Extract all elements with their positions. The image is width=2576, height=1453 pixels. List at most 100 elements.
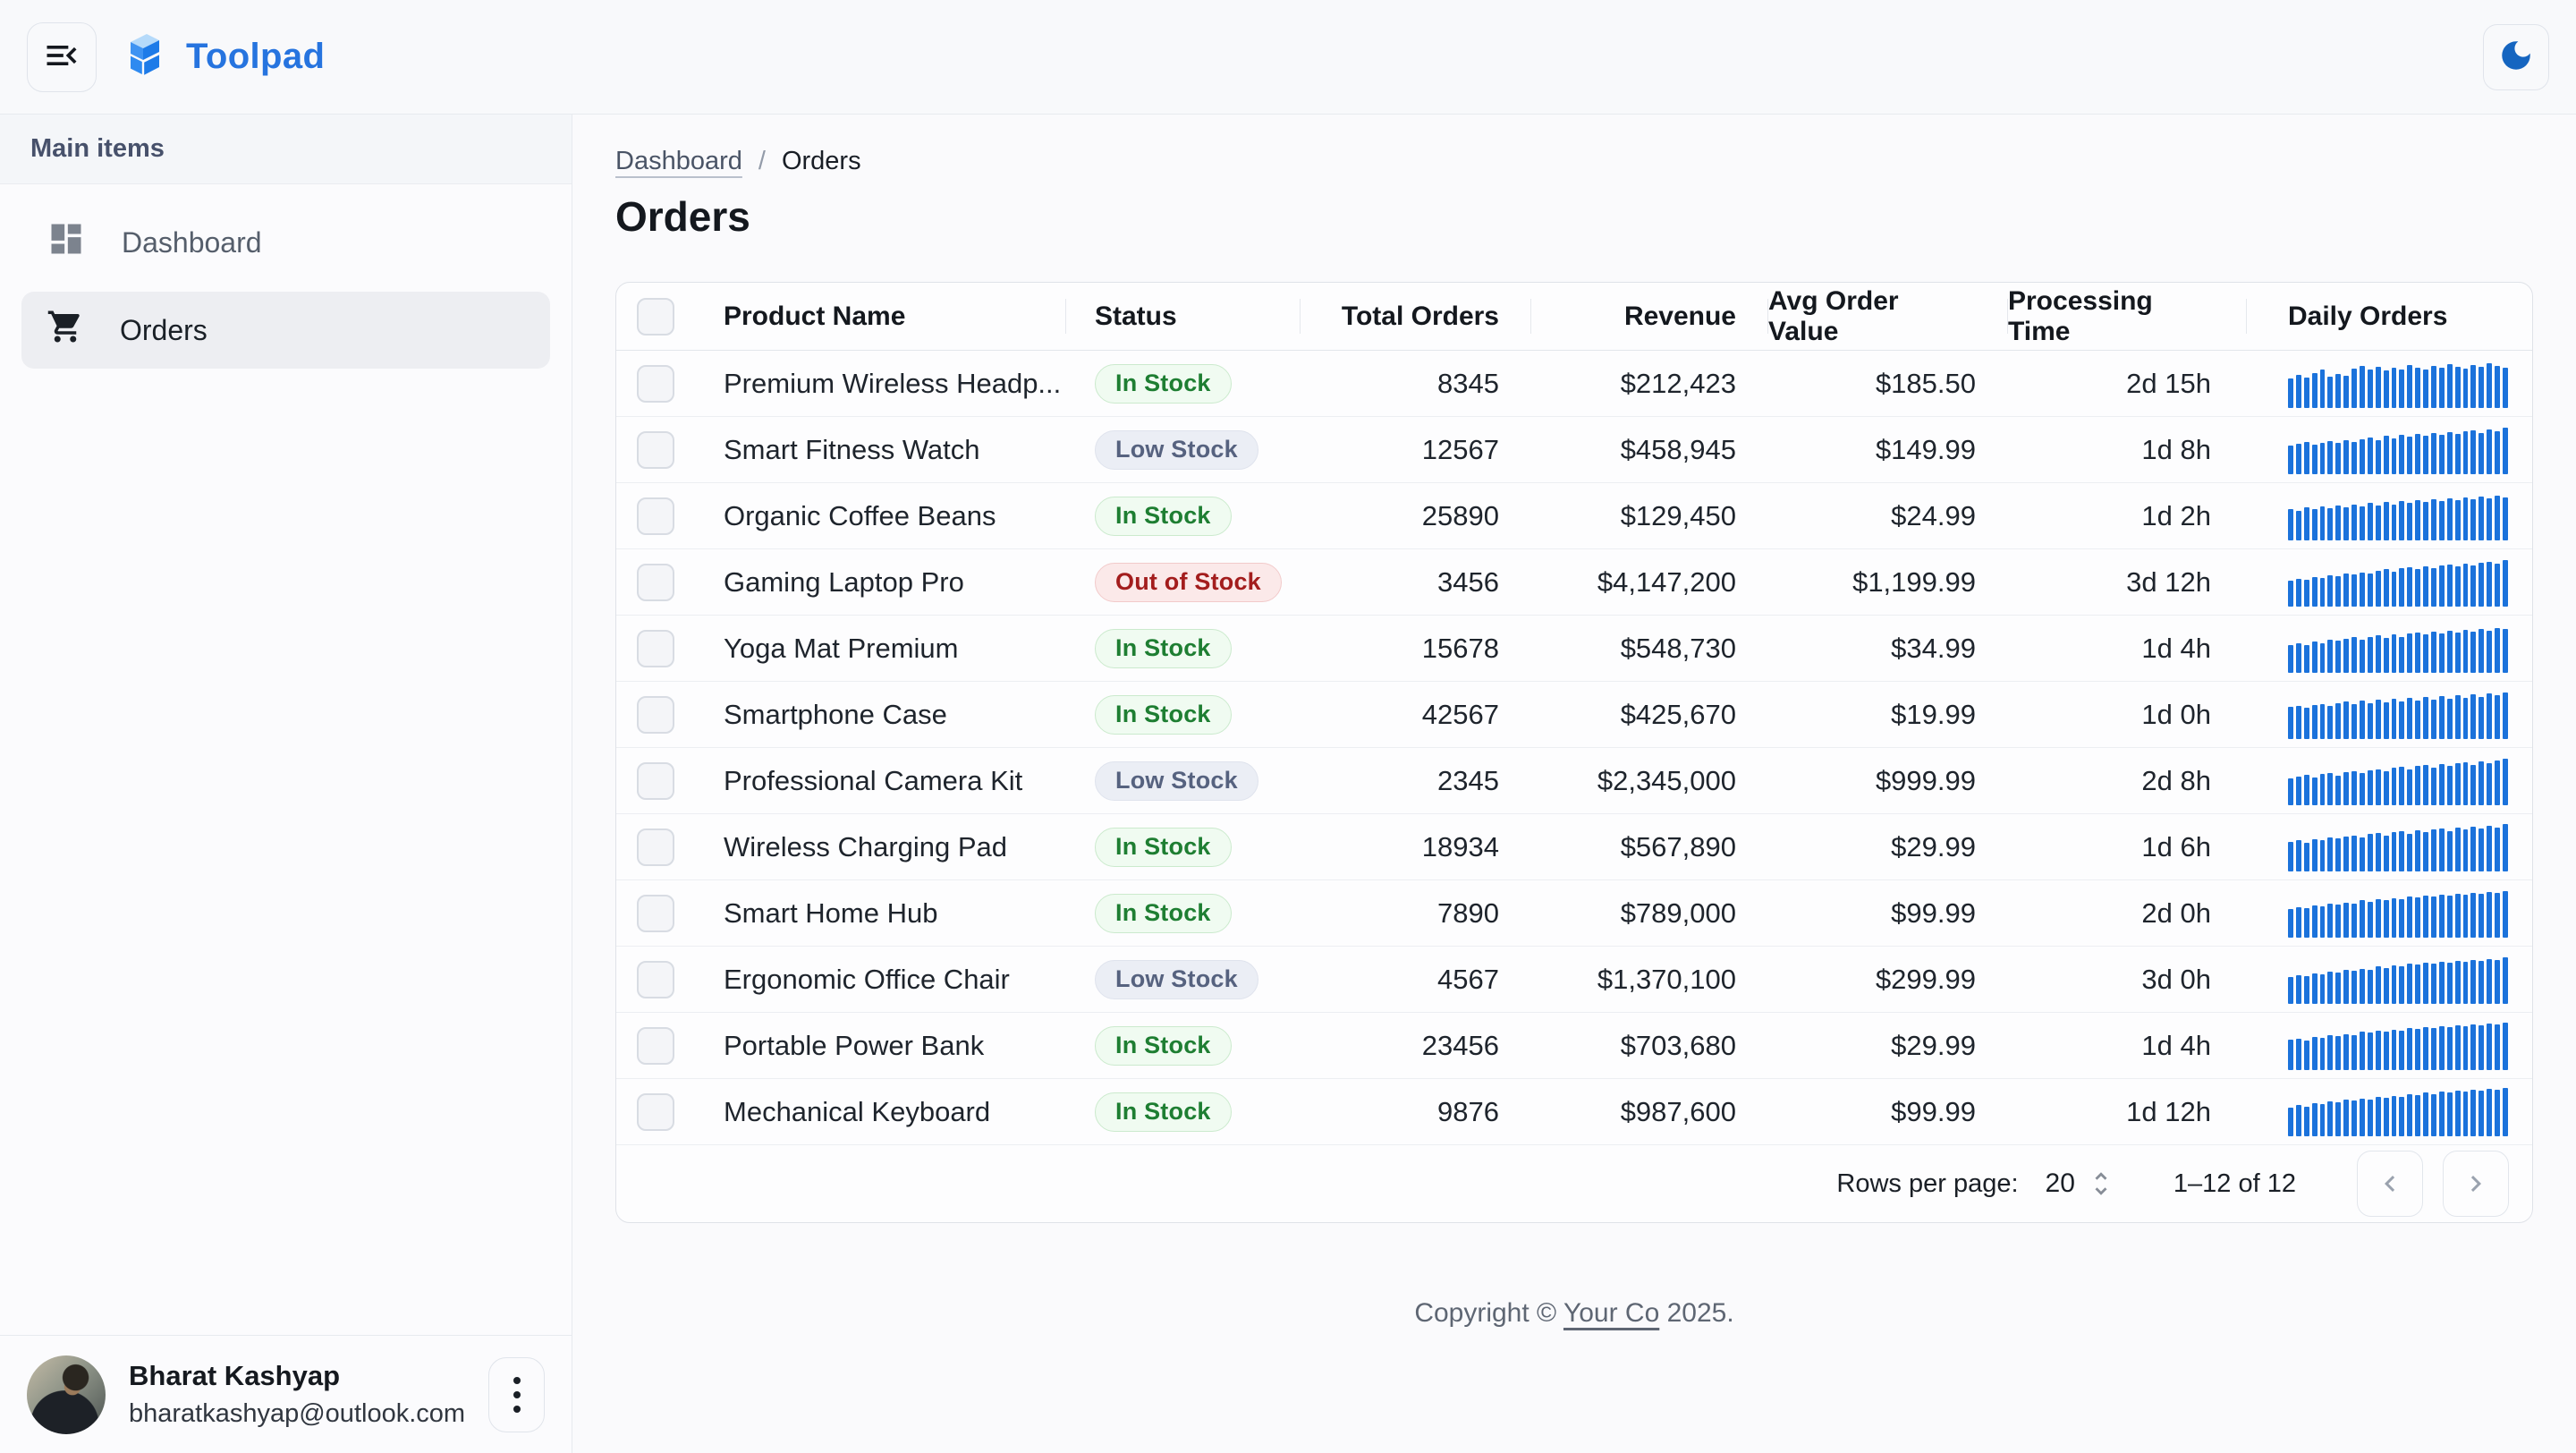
- breadcrumb-link-dashboard[interactable]: Dashboard: [615, 147, 742, 176]
- daily-orders-sparkline: [2288, 956, 2508, 1004]
- table-row[interactable]: Smart Home Hub In Stock 7890 $789,000 $9…: [616, 880, 2532, 947]
- column-header-product[interactable]: Product Name: [695, 283, 1066, 350]
- sidebar-spacer: [0, 388, 572, 1335]
- daily-orders-cell: [2247, 889, 2532, 938]
- processing-time-cell: 2d 8h: [2008, 765, 2247, 797]
- column-header-processing[interactable]: Processing Time: [2008, 283, 2247, 350]
- table-row[interactable]: Premium Wireless Headp... In Stock 8345 …: [616, 351, 2532, 417]
- table-row[interactable]: Smart Fitness Watch Low Stock 12567 $458…: [616, 417, 2532, 483]
- table-row[interactable]: Wireless Charging Pad In Stock 18934 $56…: [616, 814, 2532, 880]
- table-header-row: Product Name Status Total Orders Revenue…: [616, 283, 2532, 351]
- table-row[interactable]: Yoga Mat Premium In Stock 15678 $548,730…: [616, 616, 2532, 682]
- header-checkbox-cell: [616, 283, 695, 350]
- row-checkbox[interactable]: [637, 365, 674, 403]
- status-cell: In Stock: [1066, 364, 1301, 404]
- rows-per-page-value[interactable]: 20: [2046, 1168, 2075, 1199]
- row-checkbox[interactable]: [637, 564, 674, 601]
- user-name: Bharat Kashyap: [129, 1360, 465, 1392]
- row-checkbox[interactable]: [637, 431, 674, 469]
- row-checkbox-cell: [616, 483, 695, 548]
- processing-time-cell: 1d 8h: [2008, 434, 2247, 466]
- pagination-range: 1–12 of 12: [2174, 1169, 2296, 1199]
- status-badge: In Stock: [1095, 894, 1232, 933]
- table-row[interactable]: Gaming Laptop Pro Out of Stock 3456 $4,1…: [616, 549, 2532, 616]
- row-checkbox[interactable]: [637, 497, 674, 535]
- table-row[interactable]: Smartphone Case In Stock 42567 $425,670 …: [616, 682, 2532, 748]
- sidebar-section-label: Main items: [30, 134, 165, 164]
- table-body: Premium Wireless Headp... In Stock 8345 …: [616, 351, 2532, 1145]
- status-cell: In Stock: [1066, 1092, 1301, 1132]
- row-checkbox[interactable]: [637, 762, 674, 800]
- table-row[interactable]: Mechanical Keyboard In Stock 9876 $987,6…: [616, 1079, 2532, 1145]
- main-content: Dashboard / Orders Orders Product Name S…: [572, 115, 2576, 1453]
- company-link[interactable]: Your Co: [1563, 1298, 1659, 1328]
- column-header-aov[interactable]: Avg Order Value: [1768, 283, 2008, 350]
- product-name-cell: Gaming Laptop Pro: [695, 566, 1066, 599]
- table-row[interactable]: Organic Coffee Beans In Stock 25890 $129…: [616, 483, 2532, 549]
- chevron-right-icon: [2460, 1168, 2492, 1200]
- product-name-cell: Wireless Charging Pad: [695, 831, 1066, 863]
- user-menu-button[interactable]: [488, 1357, 545, 1432]
- total-orders-cell: 12567: [1301, 434, 1531, 466]
- status-badge: Low Stock: [1095, 761, 1258, 801]
- avg-order-value-cell: $99.99: [1768, 897, 2008, 930]
- row-checkbox[interactable]: [637, 961, 674, 998]
- column-header-total[interactable]: Total Orders: [1301, 283, 1531, 350]
- daily-orders-sparkline: [2288, 492, 2508, 540]
- table-row[interactable]: Portable Power Bank In Stock 23456 $703,…: [616, 1013, 2532, 1079]
- revenue-cell: $458,945: [1531, 434, 1768, 466]
- next-page-button[interactable]: [2443, 1151, 2509, 1217]
- brand[interactable]: Toolpad: [123, 30, 325, 84]
- row-checkbox[interactable]: [637, 828, 674, 866]
- status-cell: In Stock: [1066, 828, 1301, 867]
- daily-orders-sparkline: [2288, 426, 2508, 474]
- status-badge: In Stock: [1095, 497, 1232, 536]
- row-checkbox[interactable]: [637, 696, 674, 734]
- processing-time-cell: 1d 6h: [2008, 831, 2247, 863]
- chevron-left-icon: [2374, 1168, 2406, 1200]
- row-checkbox[interactable]: [637, 630, 674, 667]
- dark-mode-toggle-button[interactable]: [2483, 24, 2549, 90]
- row-checkbox-cell: [616, 947, 695, 1012]
- sidebar-item-orders[interactable]: Orders: [21, 292, 550, 369]
- table-row[interactable]: Ergonomic Office Chair Low Stock 4567 $1…: [616, 947, 2532, 1013]
- daily-orders-sparkline: [2288, 360, 2508, 408]
- processing-time-cell: 1d 4h: [2008, 1030, 2247, 1062]
- table-row[interactable]: Professional Camera Kit Low Stock 2345 $…: [616, 748, 2532, 814]
- avg-order-value-cell: $34.99: [1768, 633, 2008, 665]
- column-header-revenue[interactable]: Revenue: [1531, 283, 1768, 350]
- processing-time-cell: 3d 12h: [2008, 566, 2247, 599]
- avg-order-value-cell: $29.99: [1768, 1030, 2008, 1062]
- daily-orders-cell: [2247, 757, 2532, 805]
- status-cell: In Stock: [1066, 695, 1301, 735]
- column-header-status[interactable]: Status: [1066, 283, 1301, 350]
- rows-per-page-stepper[interactable]: [2086, 1168, 2116, 1199]
- avg-order-value-cell: $149.99: [1768, 434, 2008, 466]
- row-checkbox[interactable]: [637, 895, 674, 932]
- rows-per-page-label: Rows per page:: [1836, 1169, 2018, 1199]
- revenue-cell: $2,345,000: [1531, 765, 1768, 797]
- daily-orders-sparkline: [2288, 625, 2508, 673]
- total-orders-cell: 2345: [1301, 765, 1531, 797]
- processing-time-cell: 2d 0h: [2008, 897, 2247, 930]
- avg-order-value-cell: $19.99: [1768, 699, 2008, 731]
- avg-order-value-cell: $999.99: [1768, 765, 2008, 797]
- previous-page-button[interactable]: [2357, 1151, 2423, 1217]
- processing-time-cell: 1d 0h: [2008, 699, 2247, 731]
- collapse-sidebar-button[interactable]: [27, 22, 97, 92]
- row-checkbox-cell: [616, 616, 695, 681]
- revenue-cell: $212,423: [1531, 368, 1768, 400]
- product-name-cell: Premium Wireless Headp...: [695, 368, 1066, 400]
- row-checkbox-cell: [616, 880, 695, 946]
- daily-orders-sparkline: [2288, 691, 2508, 739]
- breadcrumb: Dashboard / Orders: [615, 147, 2533, 176]
- select-all-checkbox[interactable]: [637, 298, 674, 336]
- row-checkbox[interactable]: [637, 1027, 674, 1065]
- column-header-daily[interactable]: Daily Orders: [2247, 283, 2532, 350]
- sidebar-item-dashboard[interactable]: Dashboard: [21, 204, 550, 281]
- daily-orders-sparkline: [2288, 757, 2508, 805]
- copyright-suffix: 2025.: [1659, 1298, 1733, 1328]
- avg-order-value-cell: $99.99: [1768, 1096, 2008, 1128]
- row-checkbox[interactable]: [637, 1093, 674, 1131]
- dashboard-icon: [47, 219, 86, 266]
